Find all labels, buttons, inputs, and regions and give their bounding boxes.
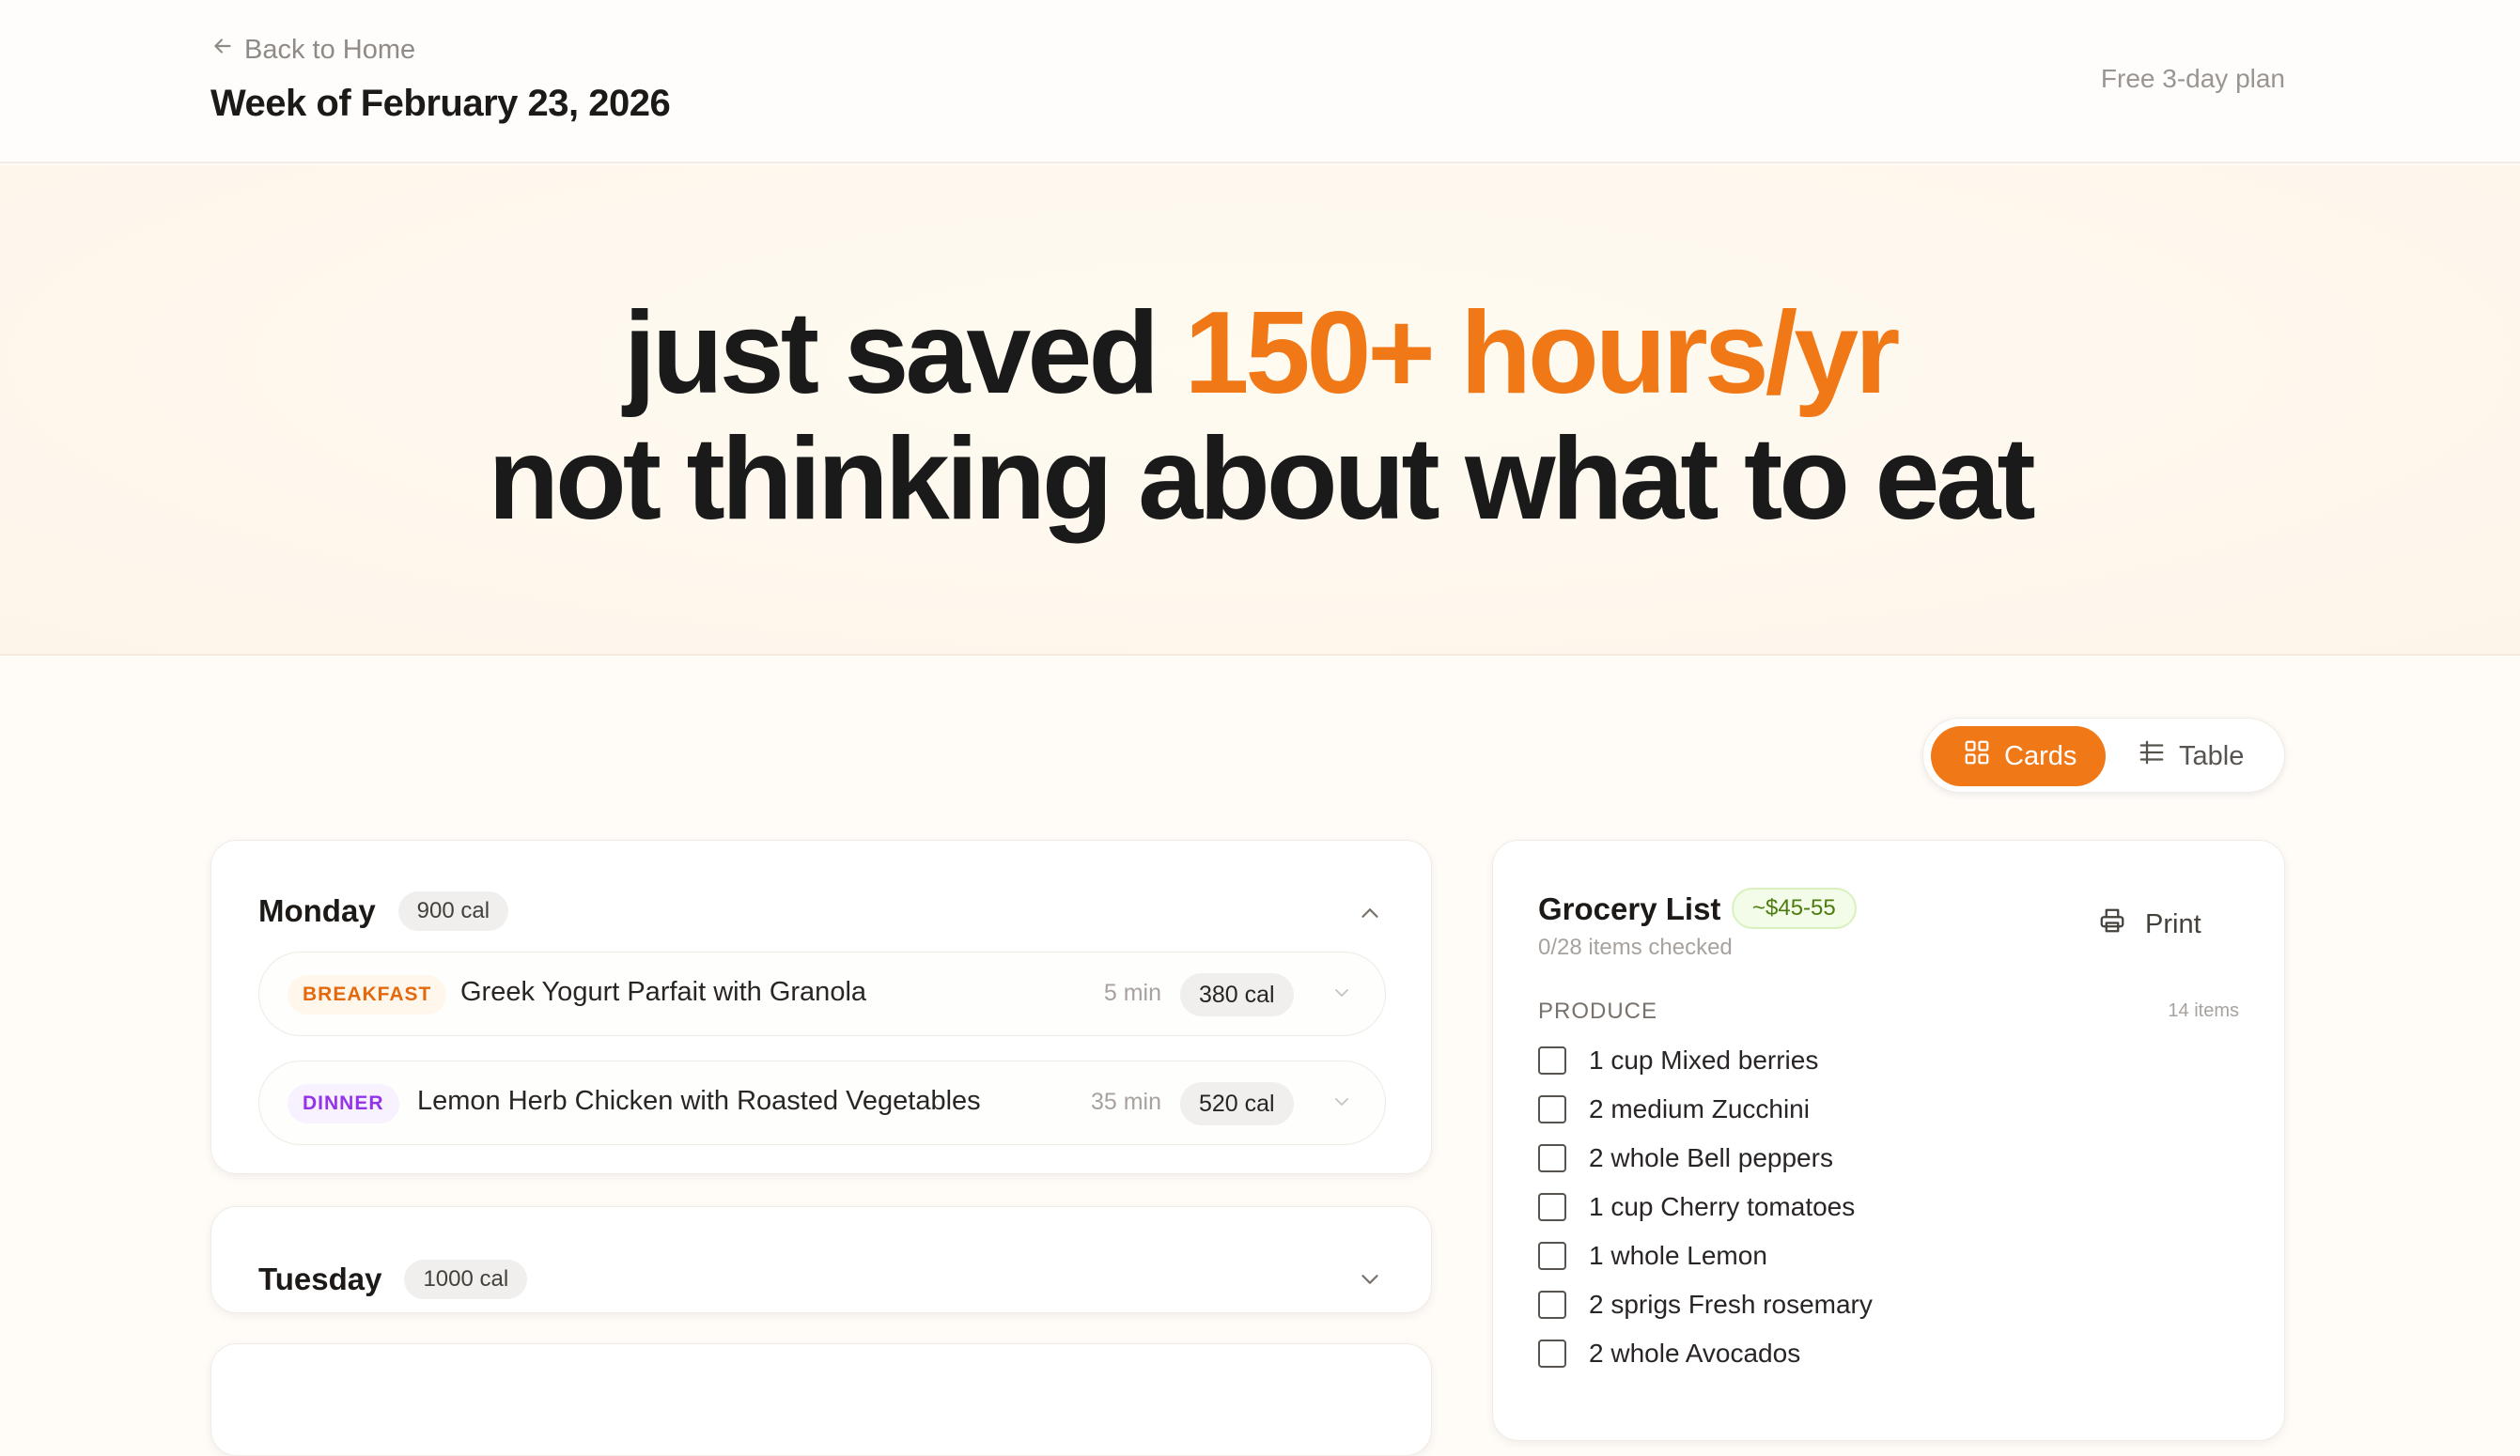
grocery-item-label: 1 cup Mixed berries	[1589, 1046, 1819, 1075]
day-calories-badge: 900 cal	[397, 891, 509, 931]
page-title: Week of February 23, 2026	[210, 83, 671, 124]
grocery-item[interactable]: 1 whole Lemon	[1538, 1237, 1767, 1275]
chevron-down-icon[interactable]	[1356, 1265, 1384, 1293]
day-calories-badge: 1000 cal	[404, 1260, 528, 1299]
day-header[interactable]: Tuesday 1000 cal	[258, 1260, 528, 1299]
grocery-item-label: 2 medium Zucchini	[1589, 1094, 1810, 1123]
list-icon	[2138, 738, 2166, 774]
grocery-item-label: 2 sprigs Fresh rosemary	[1589, 1290, 1873, 1319]
back-to-home-link[interactable]: Back to Home	[210, 34, 415, 66]
grocery-list-panel: Grocery List ~$45-55 0/28 items checked …	[1492, 840, 2285, 1441]
grocery-item-checkbox[interactable]	[1538, 1046, 1566, 1075]
meal-name: Lemon Herb Chicken with Roasted Vegetabl…	[417, 1086, 981, 1116]
grocery-item[interactable]: 1 cup Mixed berries	[1538, 1042, 1818, 1079]
chevron-up-icon[interactable]	[1356, 899, 1384, 927]
meal-calories-badge: 520 cal	[1180, 1082, 1294, 1125]
day-card-next	[210, 1343, 1432, 1456]
plan-label: Free 3-day plan	[2100, 64, 2285, 93]
meal-type-badge: DINNER	[288, 1084, 399, 1123]
meal-name: Greek Yogurt Parfait with Granola	[460, 977, 867, 1007]
grocery-item-label: 2 whole Avocados	[1589, 1339, 1801, 1368]
grocery-item-checkbox[interactable]	[1538, 1291, 1566, 1319]
meal-prep-time: 5 min	[1103, 980, 1161, 1006]
day-card-monday: Monday 900 cal BREAKFAST Greek Yogurt Pa…	[210, 840, 1432, 1174]
grocery-item-checkbox[interactable]	[1538, 1144, 1566, 1172]
meal-row-breakfast[interactable]: BREAKFAST Greek Yogurt Parfait with Gran…	[258, 952, 1386, 1036]
hero-headline-line1: just saved 150+ hours/yr	[0, 295, 2520, 411]
day-header[interactable]: Monday 900 cal	[258, 891, 509, 931]
print-label: Print	[2145, 908, 2201, 939]
hero-banner: just saved 150+ hours/yr not thinking ab…	[0, 165, 2520, 656]
meal-prep-time: 35 min	[1090, 1089, 1161, 1115]
cards-view-label: Cards	[2004, 740, 2077, 771]
hero-headline-prefix: just saved	[623, 288, 1185, 418]
cards-view-button[interactable]: Cards	[1931, 726, 2106, 786]
grocery-item[interactable]: 2 sprigs Fresh rosemary	[1538, 1286, 1873, 1324]
chevron-down-icon[interactable]	[1330, 982, 1353, 1004]
grocery-section-count: 14 items	[2168, 1000, 2239, 1021]
grocery-item-label: 1 cup Cherry tomatoes	[1589, 1192, 1856, 1221]
table-view-label: Table	[2179, 740, 2245, 771]
grocery-item[interactable]: 1 cup Cherry tomatoes	[1538, 1188, 1855, 1226]
grocery-section-title: PRODUCE	[1538, 999, 1658, 1024]
grocery-item-checkbox[interactable]	[1538, 1340, 1566, 1368]
grocery-item-label: 2 whole Bell peppers	[1589, 1143, 1833, 1172]
grocery-item[interactable]: 2 whole Bell peppers	[1538, 1139, 1833, 1177]
hero-headline-line2: not thinking about what to eat	[488, 414, 2035, 544]
table-view-button[interactable]: Table	[2128, 726, 2279, 786]
arrow-left-icon	[210, 34, 235, 66]
grocery-price-badge: ~$45-55	[1732, 888, 1857, 929]
grocery-item-label: 1 whole Lemon	[1589, 1241, 1767, 1270]
back-to-home-label: Back to Home	[244, 34, 416, 65]
chevron-down-icon[interactable]	[1330, 1091, 1353, 1113]
grocery-item[interactable]: 2 whole Avocados	[1538, 1335, 1800, 1372]
grocery-item[interactable]: 2 medium Zucchini	[1538, 1091, 1810, 1128]
printer-icon	[2098, 906, 2126, 942]
hero-headline-accent: 150+ hours/yr	[1184, 288, 1901, 418]
day-name: Tuesday	[258, 1262, 382, 1296]
top-header: Back to Home Week of February 23, 2026 F…	[0, 0, 2520, 163]
print-button[interactable]: Print	[2098, 906, 2201, 942]
day-card-tuesday: Tuesday 1000 cal	[210, 1206, 1432, 1313]
grocery-item-checkbox[interactable]	[1538, 1095, 1566, 1123]
day-name: Monday	[258, 893, 376, 928]
grocery-item-checkbox[interactable]	[1538, 1193, 1566, 1221]
grid-icon	[1963, 738, 1991, 774]
meal-row-dinner[interactable]: DINNER Lemon Herb Chicken with Roasted V…	[258, 1061, 1386, 1145]
meal-calories-badge: 380 cal	[1180, 973, 1294, 1016]
meal-type-badge: BREAKFAST	[288, 975, 447, 1015]
grocery-checked-count: 0/28 items checked	[1538, 935, 1733, 960]
view-toggle: Cards Table	[1922, 718, 2285, 793]
grocery-title: Grocery List	[1538, 891, 1721, 926]
grocery-item-checkbox[interactable]	[1538, 1242, 1566, 1270]
